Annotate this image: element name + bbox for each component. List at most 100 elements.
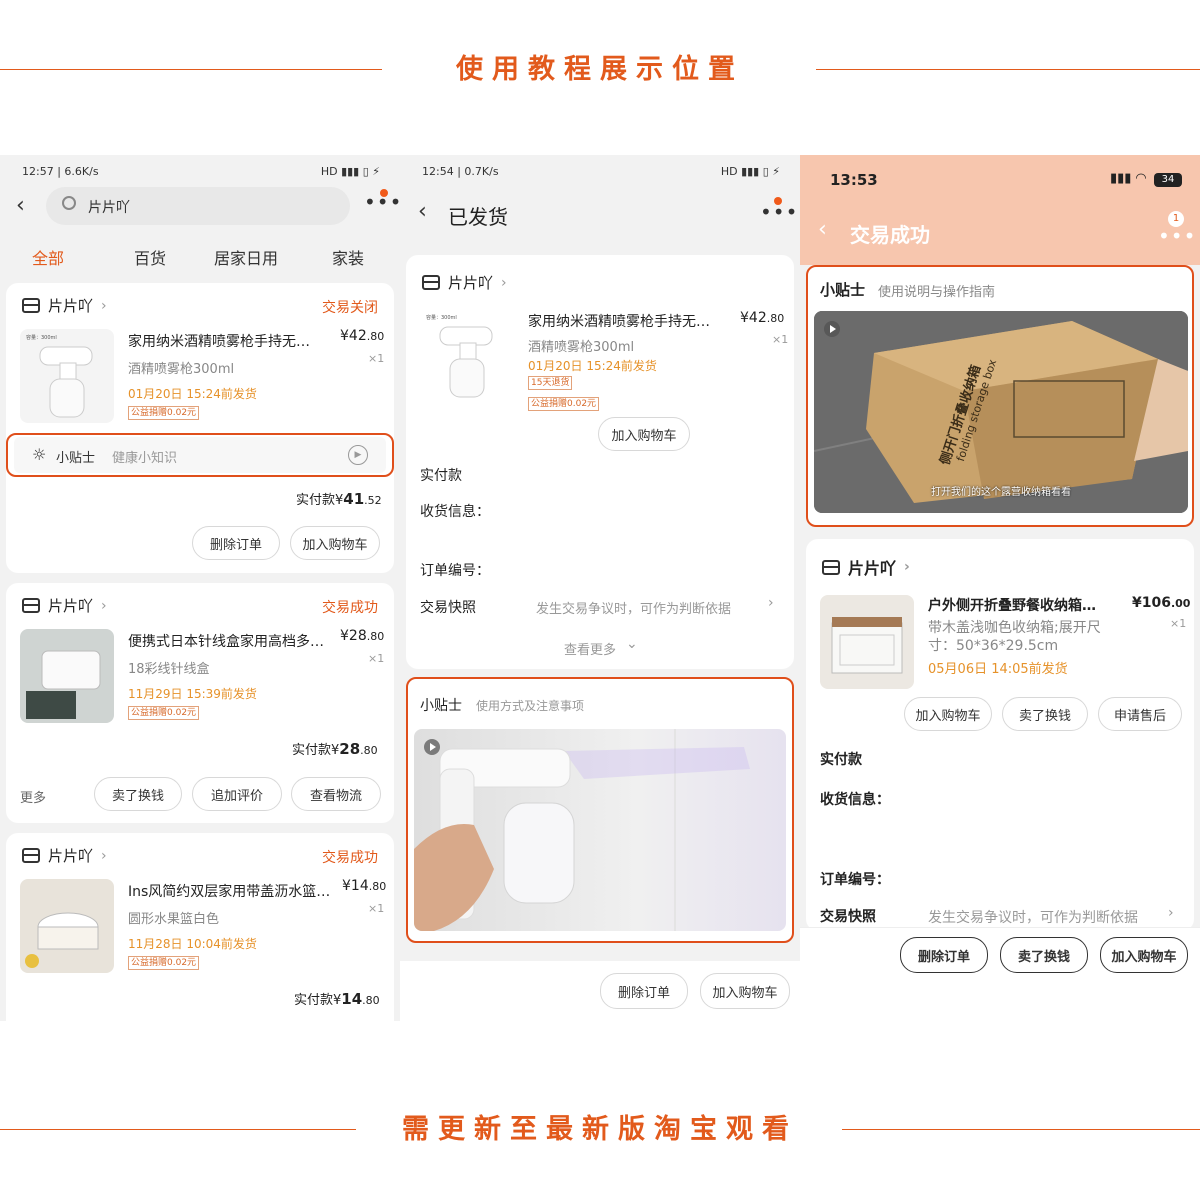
panel-success-detail: 13:53 ▮▮▮ ◠ 34 ‹ 交易成功 ••• 1 小贴士 使用说明与操作指… xyxy=(800,155,1200,1021)
product-spec: 带木盖浅咖色收纳箱;展开尺寸：50*36*29.5cm xyxy=(928,620,1101,654)
paid-int: 14 xyxy=(341,990,363,1008)
product-title[interactable]: 便携式日本针线盒家用高档多… xyxy=(128,631,332,651)
view-more-link[interactable]: 查看更多 xyxy=(564,639,616,658)
tab-all[interactable]: 全部 xyxy=(32,245,64,269)
chevron-right-icon: › xyxy=(904,559,910,575)
search-value: 片片吖 xyxy=(88,200,130,216)
store-link[interactable]: 片片吖 › xyxy=(22,845,107,866)
price-decimal: .80 xyxy=(366,330,385,343)
store-icon xyxy=(22,848,40,863)
paid-dec: .52 xyxy=(364,494,382,507)
paid-amount: 实付款¥41.52 xyxy=(296,489,382,508)
paid-label: 实付款¥ xyxy=(292,743,340,758)
add-review-button[interactable]: 追加评价 xyxy=(192,777,282,811)
chevron-right-icon: › xyxy=(101,297,107,314)
paid-label: 实付款¥ xyxy=(296,493,344,508)
sell-button[interactable]: 卖了换钱 xyxy=(1002,697,1088,731)
add-cart-button[interactable]: 加入购物车 xyxy=(598,417,690,451)
add-cart-button[interactable]: 加入购物车 xyxy=(1100,937,1188,973)
more-link[interactable]: 更多 xyxy=(20,787,46,806)
charity-tag: 公益捐赠0.02元 xyxy=(128,406,200,420)
price-decimal: .80 xyxy=(368,880,387,893)
order-status: 交易关闭 xyxy=(322,300,378,316)
panel-shipped-detail: 12:54 | 0.7K/s HD ▮▮▮ ▯ ⚡ ‹ 已发货 ••• 片片吖 ›… xyxy=(400,155,800,1021)
delete-order-button[interactable]: 删除订单 xyxy=(192,526,280,560)
thumb-label: 容量：300ml xyxy=(26,335,57,341)
product-thumbnail[interactable] xyxy=(20,879,114,973)
price-main: ¥106 xyxy=(1132,595,1171,611)
more-icon[interactable]: ••• xyxy=(364,192,400,212)
sell-button[interactable]: 卖了换钱 xyxy=(94,777,182,811)
product-qty: ×1 xyxy=(368,652,385,665)
order-number-label: 订单编号： xyxy=(420,563,490,579)
back-icon[interactable]: ‹ xyxy=(418,199,427,224)
snapshot-value: 发生交易争议时，可作为判断依据 xyxy=(928,910,1138,926)
order-status: 交易成功 xyxy=(322,850,378,866)
product-qty: ×1 xyxy=(368,902,385,915)
search-input[interactable]: 片片吖 xyxy=(46,187,350,225)
product-thumbnail[interactable] xyxy=(20,629,114,723)
product-title[interactable]: Ins风简约双层家用带盖沥水篮… xyxy=(128,881,334,901)
more-icon[interactable]: ••• xyxy=(760,202,798,222)
product-title[interactable]: 户外侧开折叠野餐收纳箱… xyxy=(928,595,1120,615)
price-main: ¥14 xyxy=(342,878,369,894)
message-badge: 1 xyxy=(1168,211,1184,227)
add-cart-button[interactable]: 加入购物车 xyxy=(700,973,790,1009)
product-spec: 18彩线针线盒 xyxy=(128,662,210,677)
store-icon xyxy=(22,298,40,313)
snapshot-label[interactable]: 交易快照 xyxy=(420,597,476,617)
view-logistics-button[interactable]: 查看物流 xyxy=(291,777,381,811)
snapshot-label[interactable]: 交易快照 xyxy=(820,906,876,926)
banner-title: 使用教程展示位置 xyxy=(456,54,744,85)
product-title[interactable]: 家用纳米酒精喷雾枪手持无… xyxy=(528,311,722,331)
store-name: 片片吖 xyxy=(848,559,897,578)
top-banner: 使用教程展示位置 xyxy=(0,40,1200,100)
paid-amount: 实付款¥28.80 xyxy=(292,739,378,758)
back-icon[interactable]: ‹ xyxy=(818,217,827,242)
add-cart-button[interactable]: 加入购物车 xyxy=(290,526,380,560)
store-name: 片片吖 xyxy=(48,597,94,615)
product-spec: 圆形水果篮白色 xyxy=(128,912,220,927)
price-main: ¥42 xyxy=(740,310,767,326)
more-icon[interactable]: ••• xyxy=(1158,226,1196,246)
panel-order-list: 12:57 | 6.6K/s HD ▮▮▮ ▯ ⚡ ‹ 片片吖 ••• 全部 百… xyxy=(0,155,400,1021)
after-sale-button[interactable]: 申请售后 xyxy=(1098,697,1182,731)
sewing-box-image xyxy=(26,650,101,719)
tab-household[interactable]: 居家日用 xyxy=(214,245,278,269)
paid-dec: .80 xyxy=(362,994,380,1007)
chevron-down-icon: ⌄ xyxy=(626,636,638,652)
store-link[interactable]: 片片吖 › xyxy=(822,555,910,579)
bottom-banner: 需更新至最新版淘宝观看 xyxy=(0,1100,1200,1160)
paid-amount: 实付款¥14.80 xyxy=(294,989,380,1008)
product-thumbnail[interactable]: 容量：300ml xyxy=(420,307,510,401)
ship-date: 01月20日 15:24前发货 xyxy=(128,387,257,401)
store-link[interactable]: 片片吖 › xyxy=(22,595,107,616)
delete-order-button[interactable]: 删除订单 xyxy=(900,937,988,973)
storage-box-image xyxy=(831,617,903,674)
ship-date: 11月28日 10:04前发货 xyxy=(128,937,257,951)
product-thumbnail[interactable]: 容量：300ml xyxy=(20,329,114,423)
paid-dec: .80 xyxy=(360,744,378,757)
chevron-right-icon: › xyxy=(501,274,507,291)
battery-icon: 34 xyxy=(1154,173,1182,187)
banner-title: 需更新至最新版淘宝观看 xyxy=(402,1114,798,1145)
delete-order-button[interactable]: 删除订单 xyxy=(600,973,688,1009)
store-link[interactable]: 片片吖 › xyxy=(422,272,507,293)
add-cart-button[interactable]: 加入购物车 xyxy=(904,697,992,731)
store-link[interactable]: 片片吖 › xyxy=(22,295,107,316)
store-name: 片片吖 xyxy=(48,847,94,865)
product-spec: 酒精喷雾枪300ml xyxy=(528,340,635,355)
order-status: 交易成功 xyxy=(322,600,378,616)
spray-gun-image xyxy=(39,346,93,418)
sell-button[interactable]: 卖了换钱 xyxy=(1000,937,1088,973)
tab-decor[interactable]: 家装 xyxy=(332,245,364,269)
snapshot-value: 发生交易争议时，可作为判断依据 xyxy=(536,602,732,617)
order-number-label: 订单编号： xyxy=(820,872,890,888)
product-title[interactable]: 家用纳米酒精喷雾枪手持无… xyxy=(128,331,320,351)
page-title: 交易成功 xyxy=(850,223,930,247)
tab-general[interactable]: 百货 xyxy=(134,245,166,269)
paid-label: 实付款 xyxy=(420,468,462,484)
back-icon[interactable]: ‹ xyxy=(16,193,25,218)
product-thumbnail[interactable] xyxy=(820,595,914,689)
notify-dot xyxy=(774,197,782,205)
